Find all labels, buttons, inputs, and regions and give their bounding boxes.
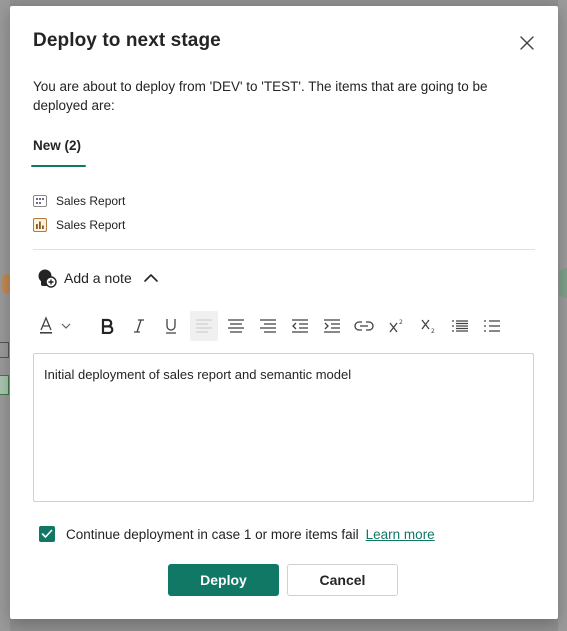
link-button[interactable] bbox=[350, 311, 378, 341]
outdent-button[interactable] bbox=[286, 311, 314, 341]
add-note-toggle[interactable]: Add a note bbox=[37, 268, 159, 288]
deploy-items-list: Sales Report Sales Report bbox=[33, 189, 125, 237]
italic-icon bbox=[134, 319, 144, 333]
bold-icon bbox=[101, 318, 114, 334]
superscript-button[interactable]: 2 bbox=[382, 311, 410, 341]
divider bbox=[33, 249, 535, 250]
italic-button[interactable] bbox=[125, 311, 153, 341]
background-node bbox=[0, 342, 9, 358]
numbered-list-button[interactable] bbox=[478, 311, 506, 341]
tab-selected-indicator bbox=[31, 165, 86, 167]
align-right-button[interactable] bbox=[254, 311, 282, 341]
underline-button[interactable] bbox=[157, 311, 185, 341]
deploy-button[interactable]: Deploy bbox=[168, 564, 279, 596]
align-left-button[interactable] bbox=[190, 311, 218, 341]
background-node bbox=[559, 268, 567, 298]
add-note-label: Add a note bbox=[64, 270, 132, 286]
cancel-button[interactable]: Cancel bbox=[287, 564, 398, 596]
note-editor[interactable]: Initial deployment of sales report and s… bbox=[33, 353, 534, 502]
background-node bbox=[0, 375, 9, 395]
tab-new[interactable]: New (2) bbox=[33, 138, 81, 153]
continue-checkbox[interactable] bbox=[39, 526, 55, 542]
rich-text-toolbar: 2 2 bbox=[33, 311, 503, 341]
numbered-list-icon bbox=[484, 320, 500, 332]
learn-more-link[interactable]: Learn more bbox=[366, 527, 435, 542]
bulleted-list-icon bbox=[452, 320, 468, 332]
underline-icon bbox=[166, 319, 176, 334]
subscript-icon: 2 bbox=[421, 319, 435, 334]
list-item: Sales Report bbox=[33, 213, 125, 237]
item-name: Sales Report bbox=[56, 218, 126, 232]
note-text: Initial deployment of sales report and s… bbox=[44, 367, 352, 382]
font-color-button[interactable] bbox=[35, 311, 57, 341]
report-icon bbox=[33, 218, 47, 232]
continue-option: Continue deployment in case 1 or more it… bbox=[39, 526, 435, 542]
close-icon bbox=[520, 36, 534, 50]
svg-text:2: 2 bbox=[399, 319, 403, 326]
semantic-model-icon bbox=[33, 195, 47, 207]
note-icon bbox=[38, 269, 57, 288]
font-color-dropdown[interactable] bbox=[59, 311, 73, 341]
align-left-icon bbox=[196, 319, 212, 333]
align-right-icon bbox=[260, 319, 276, 333]
bold-button[interactable] bbox=[93, 311, 121, 341]
svg-text:2: 2 bbox=[431, 328, 435, 334]
indent-icon bbox=[324, 319, 340, 333]
close-button[interactable] bbox=[516, 32, 538, 54]
continue-label: Continue deployment in case 1 or more it… bbox=[66, 526, 359, 542]
indent-button[interactable] bbox=[318, 311, 346, 341]
checkmark-icon bbox=[41, 529, 53, 538]
link-icon bbox=[354, 321, 374, 331]
chevron-up-icon bbox=[143, 274, 158, 282]
align-center-button[interactable] bbox=[222, 311, 250, 341]
dialog-description: You are about to deploy from 'DEV' to 'T… bbox=[33, 79, 488, 113]
list-item: Sales Report bbox=[33, 189, 125, 213]
dialog-title: Deploy to next stage bbox=[33, 30, 221, 51]
subscript-button[interactable]: 2 bbox=[414, 311, 442, 341]
background-app-right bbox=[558, 0, 567, 631]
background-app-left bbox=[0, 0, 10, 631]
bulleted-list-button[interactable] bbox=[446, 311, 474, 341]
font-color-icon bbox=[40, 316, 52, 334]
align-center-icon bbox=[228, 319, 244, 333]
deploy-dialog: Deploy to next stage You are about to de… bbox=[10, 6, 558, 619]
outdent-icon bbox=[292, 319, 308, 333]
item-name: Sales Report bbox=[56, 194, 126, 208]
dropdown-chevron-icon bbox=[61, 323, 71, 329]
superscript-icon: 2 bbox=[389, 319, 403, 333]
